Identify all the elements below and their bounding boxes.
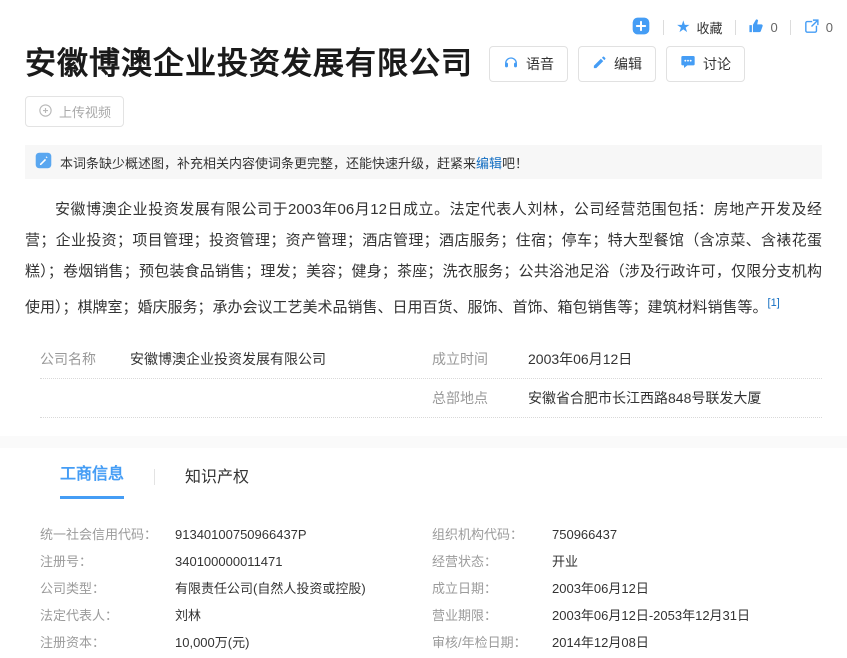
notice-bar: 本词条缺少概述图，补充相关内容使词条更完整，还能快速升级，赶紧来编辑吧！ <box>25 145 822 179</box>
chat-bubble-icon <box>680 54 696 73</box>
tab-bar: 工商信息 知识产权 <box>60 448 822 499</box>
favorite-label: 收藏 <box>697 18 723 37</box>
business-info-section: 统一社会信用代码： 91340100750966437P 注册号： 340100… <box>40 521 822 658</box>
share-icon <box>803 18 820 38</box>
add-button[interactable] <box>631 16 651 39</box>
title-row: 安徽博澳企业投资发展有限公司 语音 编辑 讨论 <box>25 0 822 83</box>
info-label: 注册号： <box>40 548 175 575</box>
tab-intellectual-property[interactable]: 知识产权 <box>185 463 249 499</box>
info-row: 营业期限： 2003年06月12日-2053年12月31日 <box>432 602 822 629</box>
info-label: 统一社会信用代码： <box>40 521 175 548</box>
toolbar-divider <box>663 20 664 35</box>
pencil-badge-icon <box>35 152 52 172</box>
info-row: 法定代表人： 刘林 <box>40 602 432 629</box>
star-icon: ★ <box>676 20 690 36</box>
empty-cell <box>40 379 432 417</box>
info-label: 公司类型： <box>40 575 175 602</box>
title-buttons: 语音 编辑 讨论 <box>489 46 745 82</box>
founded-cell: 成立时间 2003年06月12日 <box>432 340 632 378</box>
info-value: 2003年06月12日-2053年12月31日 <box>552 602 750 629</box>
info-row: 公司类型： 有限责任公司(自然人投资或控股) <box>40 575 432 602</box>
discuss-button[interactable]: 讨论 <box>666 46 745 82</box>
voice-button[interactable]: 语音 <box>489 46 568 82</box>
notice-edit-link[interactable]: 编辑 <box>476 156 502 171</box>
info-value: 91340100750966437P <box>175 521 307 548</box>
top-toolbar: ★ 收藏 0 0 <box>631 16 833 39</box>
hq-label: 总部地点 <box>432 388 528 408</box>
toolbar-divider <box>790 20 791 35</box>
info-row: 组织机构代码： 750966437 <box>432 521 822 548</box>
info-row: 统一社会信用代码： 91340100750966437P <box>40 521 432 548</box>
founded-label: 成立时间 <box>432 349 528 369</box>
company-name-label: 公司名称 <box>40 349 130 369</box>
founded-value: 2003年06月12日 <box>528 349 632 369</box>
like-button[interactable]: 0 <box>748 18 778 38</box>
reference-link[interactable]: [1] <box>768 297 780 309</box>
info-value: 10,000万(元) <box>175 629 249 656</box>
info-value: 开业 <box>552 548 578 575</box>
upload-video-label: 上传视频 <box>59 102 111 121</box>
share-count: 0 <box>826 20 833 35</box>
discuss-label: 讨论 <box>703 54 731 74</box>
info-value: 750966437 <box>552 521 617 548</box>
summary-text: 安徽博澳企业投资发展有限公司于2003年06月12日成立。法定代表人刘林，公司经… <box>25 201 822 316</box>
pencil-icon <box>592 55 607 73</box>
info-row: 注册资本： 10,000万(元) <box>40 629 432 656</box>
company-name-cell: 公司名称 安徽博澳企业投资发展有限公司 <box>40 340 432 378</box>
info-value: 2003年06月12日 <box>552 575 649 602</box>
info-value: 340100000011471 <box>175 548 283 575</box>
info-value: 2014年12月08日 <box>552 629 649 656</box>
business-info-right-column: 组织机构代码： 750966437 经营状态： 开业 成立日期： 2003年06… <box>432 521 822 658</box>
info-label: 法定代表人： <box>40 602 175 629</box>
plus-square-icon <box>631 16 651 39</box>
info-value: 刘林 <box>175 602 201 629</box>
info-label: 经营状态： <box>432 548 552 575</box>
favorite-button[interactable]: ★ 收藏 <box>676 18 722 37</box>
circle-plus-icon <box>38 103 53 121</box>
thumbs-up-icon <box>748 18 765 38</box>
share-button[interactable]: 0 <box>803 18 833 38</box>
notice-text-before: 本词条缺少概述图，补充相关内容使词条更完整，还能快速升级，赶紧来 <box>60 156 476 171</box>
info-label: 组织机构代码： <box>432 521 552 548</box>
baike-entry-page: ★ 收藏 0 0 安徽博澳企业投资发展有限公司 语音 <box>0 0 847 658</box>
hq-value: 安徽省合肥市长江西路848号联发大厦 <box>528 388 761 408</box>
upload-video-button[interactable]: 上传视频 <box>25 96 124 127</box>
hq-cell: 总部地点 安徽省合肥市长江西路848号联发大厦 <box>432 379 761 417</box>
headphones-icon <box>503 54 519 73</box>
info-label: 注册资本： <box>40 629 175 656</box>
info-row: 审核/年检日期： 2014年12月08日 <box>432 629 822 656</box>
info-label: 营业期限： <box>432 602 552 629</box>
section-divider-strip <box>0 436 847 448</box>
info-value: 有限责任公司(自然人投资或控股) <box>175 575 366 602</box>
edit-button[interactable]: 编辑 <box>578 46 656 82</box>
tab-business-info[interactable]: 工商信息 <box>60 460 124 499</box>
page-title: 安徽博澳企业投资发展有限公司 <box>25 38 473 83</box>
info-label: 审核/年检日期： <box>432 629 552 656</box>
basic-info-table: 公司名称 安徽博澳企业投资发展有限公司 成立时间 2003年06月12日 总部地… <box>40 340 822 418</box>
info-row: 经营状态： 开业 <box>432 548 822 575</box>
summary-paragraph: 安徽博澳企业投资发展有限公司于2003年06月12日成立。法定代表人刘林，公司经… <box>25 194 822 323</box>
notice-text-after: 吧！ <box>502 156 528 171</box>
voice-label: 语音 <box>526 54 554 74</box>
like-count: 0 <box>771 20 778 35</box>
info-row: 注册号： 340100000011471 <box>40 548 432 575</box>
info-label: 成立日期： <box>432 575 552 602</box>
notice-text: 本词条缺少概述图，补充相关内容使词条更完整，还能快速升级，赶紧来编辑吧！ <box>60 153 528 172</box>
edit-label: 编辑 <box>614 54 642 74</box>
tab-divider <box>154 469 155 485</box>
basic-info-row: 公司名称 安徽博澳企业投资发展有限公司 成立时间 2003年06月12日 <box>40 340 822 379</box>
company-name-value: 安徽博澳企业投资发展有限公司 <box>130 349 326 369</box>
business-info-left-column: 统一社会信用代码： 91340100750966437P 注册号： 340100… <box>40 521 432 658</box>
info-row: 成立日期： 2003年06月12日 <box>432 575 822 602</box>
toolbar-divider <box>735 20 736 35</box>
basic-info-row: 总部地点 安徽省合肥市长江西路848号联发大厦 <box>40 379 822 418</box>
